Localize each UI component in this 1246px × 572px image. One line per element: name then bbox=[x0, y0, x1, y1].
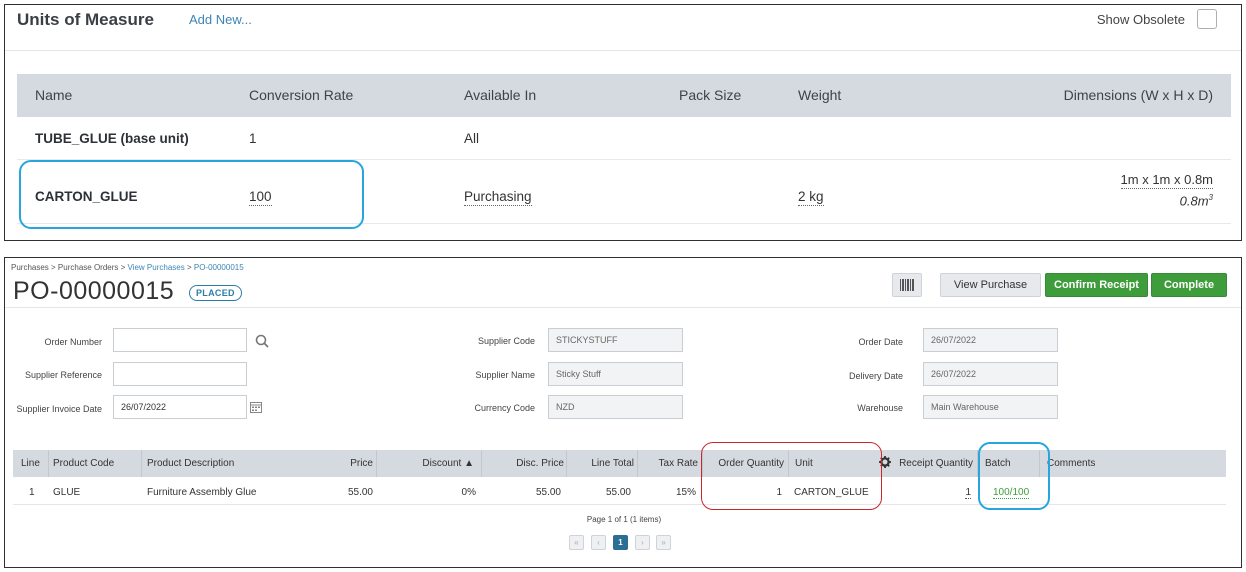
highlight-carton-glue bbox=[19, 160, 364, 229]
col-product-description[interactable]: Product Description bbox=[147, 458, 234, 469]
add-new-link[interactable]: Add New... bbox=[189, 12, 252, 27]
cell-line-total: 55.00 bbox=[605, 487, 631, 498]
order-date-input[interactable] bbox=[923, 328, 1058, 352]
supplier-name-label: Supplier Name bbox=[475, 370, 535, 380]
col-line[interactable]: Line bbox=[21, 458, 40, 469]
pager-last-button[interactable]: » bbox=[656, 535, 671, 550]
barcode-button[interactable] bbox=[892, 273, 922, 297]
warehouse-label: Warehouse bbox=[857, 403, 903, 413]
order-number-label: Order Number bbox=[44, 337, 102, 347]
col-discount[interactable]: Discount ▲ bbox=[422, 458, 474, 469]
uom-weight[interactable]: 2 kg bbox=[798, 189, 824, 206]
currency-code-input[interactable] bbox=[548, 395, 683, 419]
supplier-name-input[interactable] bbox=[548, 362, 683, 386]
delivery-date-input[interactable] bbox=[923, 362, 1058, 386]
cell-product-description: Furniture Assembly Glue bbox=[147, 487, 257, 498]
confirm-receipt-button[interactable]: Confirm Receipt bbox=[1045, 273, 1148, 297]
units-of-measure-panel: Units of Measure Add New... Show Obsolet… bbox=[4, 4, 1242, 241]
column-separator bbox=[376, 450, 377, 477]
delivery-date-label: Delivery Date bbox=[848, 371, 903, 381]
uom-volume: 0.8m3 bbox=[1179, 193, 1213, 209]
uom-available[interactable]: Purchasing bbox=[464, 189, 532, 206]
col-pack-size[interactable]: Pack Size bbox=[679, 87, 741, 103]
uom-available: All bbox=[464, 131, 480, 146]
supplier-reference-label: Supplier Reference bbox=[24, 370, 102, 380]
uom-dimensions[interactable]: 1m x 1m x 0.8m 0.8m3 bbox=[1120, 172, 1213, 209]
col-weight[interactable]: Weight bbox=[798, 87, 841, 103]
uom-row-base[interactable]: TUBE_GLUE (base unit) 1 All bbox=[17, 117, 1231, 160]
pager-summary: Page 1 of 1 (1 items) bbox=[586, 515, 662, 524]
order-date-label: Order Date bbox=[858, 337, 903, 347]
uom-dimensions-value: 1m x 1m x 0.8m bbox=[1120, 172, 1213, 189]
column-separator bbox=[48, 450, 49, 477]
breadcrumb-po[interactable]: PO-00000015 bbox=[194, 263, 244, 272]
cell-line: 1 bbox=[29, 487, 35, 498]
supplier-reference-input[interactable] bbox=[113, 362, 247, 386]
column-separator bbox=[566, 450, 567, 477]
col-available-in[interactable]: Available In bbox=[464, 87, 536, 103]
warehouse-input[interactable] bbox=[923, 395, 1058, 419]
column-separator bbox=[637, 450, 638, 477]
pager-current-page[interactable]: 1 bbox=[613, 535, 628, 550]
uom-header: Units of Measure Add New... Show Obsolet… bbox=[5, 5, 1241, 51]
purchase-order-panel: Purchases > Purchase Orders > View Purch… bbox=[4, 257, 1242, 568]
uom-rate: 1 bbox=[249, 131, 257, 146]
column-separator bbox=[141, 450, 142, 477]
cell-receipt-quantity[interactable]: 1 bbox=[965, 487, 971, 499]
show-obsolete-checkbox[interactable] bbox=[1197, 9, 1217, 29]
col-price[interactable]: Price bbox=[350, 458, 373, 469]
supplier-code-label: Supplier Code bbox=[477, 336, 535, 346]
breadcrumb-purchases[interactable]: Purchases bbox=[11, 263, 49, 272]
pager-first-button[interactable]: « bbox=[569, 535, 584, 550]
status-badge: PLACED bbox=[189, 285, 242, 301]
column-separator bbox=[481, 450, 482, 477]
col-dimensions[interactable]: Dimensions (W x H x D) bbox=[1064, 87, 1213, 103]
supplier-invoice-date-input[interactable] bbox=[113, 395, 247, 419]
search-icon[interactable] bbox=[255, 334, 269, 348]
breadcrumb: Purchases > Purchase Orders > View Purch… bbox=[11, 263, 244, 272]
col-name[interactable]: Name bbox=[35, 87, 72, 103]
col-line-total[interactable]: Line Total bbox=[591, 458, 634, 469]
col-conversion-rate[interactable]: Conversion Rate bbox=[249, 87, 353, 103]
col-product-code[interactable]: Product Code bbox=[53, 458, 114, 469]
cell-disc-price: 55.00 bbox=[535, 487, 561, 498]
uom-table-header: Name Conversion Rate Available In Pack S… bbox=[17, 74, 1231, 117]
complete-button[interactable]: Complete bbox=[1151, 273, 1227, 297]
col-tax-rate[interactable]: Tax Rate bbox=[659, 458, 698, 469]
view-purchase-button[interactable]: View Purchase bbox=[940, 273, 1041, 297]
pager-next-button[interactable]: › bbox=[635, 535, 650, 550]
pager-prev-button[interactable]: ‹ bbox=[591, 535, 606, 550]
col-receipt-quantity[interactable]: Receipt Quantity bbox=[899, 458, 973, 469]
page-title: PO-00000015 bbox=[13, 277, 175, 305]
highlight-batch bbox=[978, 442, 1050, 510]
barcode-icon bbox=[900, 279, 914, 291]
uom-title: Units of Measure bbox=[17, 10, 154, 29]
order-number-input[interactable] bbox=[113, 328, 247, 352]
uom-name: TUBE_GLUE (base unit) bbox=[35, 131, 189, 146]
cell-price: 55.00 bbox=[347, 487, 373, 498]
col-comments[interactable]: Comments bbox=[1047, 458, 1095, 469]
breadcrumb-view-purchases[interactable]: View Purchases bbox=[128, 263, 185, 272]
highlight-order-unit bbox=[701, 442, 882, 510]
breadcrumb-purchase-orders[interactable]: Purchase Orders bbox=[58, 263, 118, 272]
form-divider bbox=[5, 307, 1241, 308]
col-disc-price[interactable]: Disc. Price bbox=[516, 458, 564, 469]
show-obsolete-label: Show Obsolete bbox=[1096, 12, 1185, 27]
supplier-code-input[interactable] bbox=[548, 328, 683, 352]
cell-tax-rate: 15% bbox=[675, 487, 696, 498]
supplier-invoice-date-label: Supplier Invoice Date bbox=[16, 404, 102, 414]
currency-code-label: Currency Code bbox=[474, 403, 535, 413]
cell-discount: 0% bbox=[461, 487, 476, 498]
calendar-icon[interactable] bbox=[250, 401, 262, 413]
cell-product-code: GLUE bbox=[53, 487, 81, 498]
